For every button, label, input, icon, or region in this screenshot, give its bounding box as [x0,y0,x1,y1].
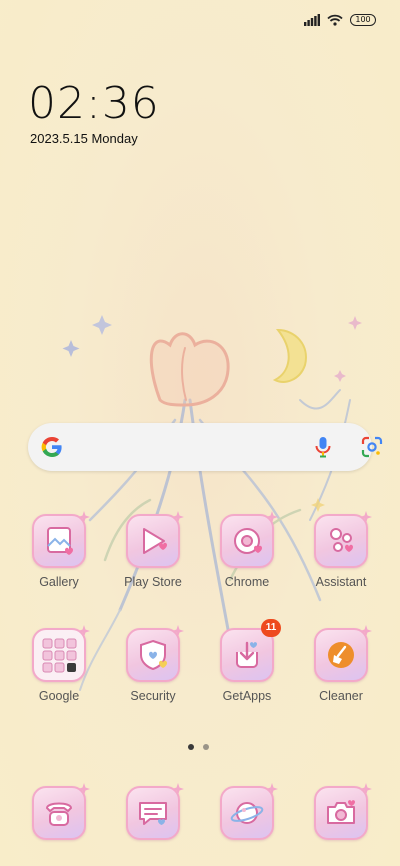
chrome-icon [234,528,262,554]
google-lens-icon[interactable] [361,436,383,458]
clock-date[interactable]: 2023.5.15 Monday [30,131,138,146]
microphone-icon[interactable] [313,436,333,458]
clock-time[interactable]: 02:36 [28,78,160,129]
getapps-icon [236,641,258,668]
camera-icon [327,800,355,824]
phone-icon [45,802,73,826]
gallery-icon [47,527,73,555]
sparkle-icon [172,783,184,795]
wifi-icon [327,14,343,26]
dock-phone[interactable] [19,783,99,840]
sparkle-icon [78,783,90,795]
google-folder-icon [42,638,77,673]
battery-icon: 100 [350,14,376,26]
sparkle-icon [78,625,90,637]
sparkle-icon [266,511,278,523]
page-dot[interactable] [203,744,209,750]
google-search-bar[interactable] [28,423,383,471]
google-logo-icon [41,437,62,457]
app-label: Play Store [124,575,182,589]
app-cleaner[interactable]: Cleaner [301,625,381,703]
app-chrome[interactable]: Chrome [207,511,287,589]
sparkle-icon [172,511,184,523]
sparkle-icon [360,783,372,795]
dock-messages[interactable] [113,783,193,840]
page-dot-active[interactable] [188,744,194,750]
play-store-icon [143,528,167,554]
app-play-store[interactable]: Play Store [113,511,193,589]
app-label: GetApps [222,689,272,703]
app-label: Gallery [39,575,79,589]
sparkle-icon [78,511,90,523]
messages-icon [139,802,167,825]
app-gallery[interactable]: Gallery [19,511,99,589]
security-icon [140,639,167,671]
app-label: Google [38,689,80,703]
sparkle-icon [266,783,278,795]
browser-icon [230,802,264,824]
dock-browser[interactable] [207,783,287,840]
folder-google[interactable]: Google [19,625,99,703]
signal-icon [304,14,320,26]
assistant-icon [330,528,353,552]
app-getapps[interactable]: 11 GetApps [207,619,287,703]
app-label: Chrome [224,575,270,589]
app-label: Assistant [315,575,367,589]
sparkle-icon [360,625,372,637]
page-indicator[interactable] [188,744,209,750]
cleaner-icon [328,642,354,668]
app-security[interactable]: Security [113,625,193,703]
app-label: Security [130,689,176,703]
app-label: Cleaner [319,689,363,703]
status-bar: 100 [304,14,376,26]
sparkle-icon [172,625,184,637]
dock-camera[interactable] [301,783,381,840]
notification-badge: 11 [261,619,281,637]
app-assistant[interactable]: Assistant [301,511,381,589]
sparkle-icon [360,511,372,523]
